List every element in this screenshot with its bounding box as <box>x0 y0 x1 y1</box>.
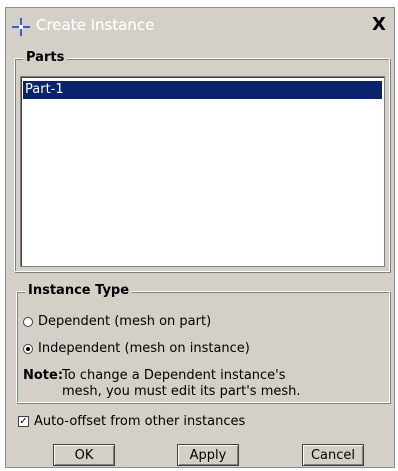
note-label: Note: <box>23 368 64 383</box>
auto-offset-option[interactable]: ✓ Auto-offset from other instances <box>18 414 245 429</box>
cancel-button[interactable]: Cancel <box>302 444 364 466</box>
title-bar[interactable]: Create Instance X <box>6 8 394 42</box>
auto-offset-label: Auto-offset from other instances <box>34 414 246 429</box>
parts-legend: Parts <box>23 50 68 65</box>
window-title: Create Instance <box>36 16 155 34</box>
list-item-part-1[interactable]: Part-1 <box>23 81 382 99</box>
close-button[interactable]: X <box>368 14 390 36</box>
note-text: To change a Dependent instance's mesh, y… <box>62 368 362 400</box>
ok-button[interactable]: OK <box>53 444 115 466</box>
dependent-option[interactable]: Dependent (mesh on part) <box>23 314 211 329</box>
note-line-2: mesh, you must edit its part's mesh. <box>62 384 301 399</box>
independent-radio[interactable] <box>23 343 33 354</box>
create-instance-dialog: Create Instance X Parts Part-1 Instance … <box>5 7 395 468</box>
apply-button[interactable]: Apply <box>177 444 239 466</box>
note-line-1: To change a Dependent instance's <box>62 368 286 383</box>
dependent-label: Dependent (mesh on part) <box>38 314 212 329</box>
parts-list[interactable]: Part-1 <box>20 76 385 267</box>
parts-group: Parts Part-1 <box>14 50 390 272</box>
independent-option[interactable]: Independent (mesh on instance) <box>23 341 250 356</box>
abaqus-cross-icon <box>12 18 30 36</box>
instance-type-group: Instance Type Dependent (mesh on part) I… <box>16 283 390 403</box>
instance-type-legend: Instance Type <box>25 283 133 298</box>
independent-label: Independent (mesh on instance) <box>38 341 250 356</box>
dependent-radio[interactable] <box>23 316 33 327</box>
auto-offset-checkbox[interactable]: ✓ <box>18 416 29 427</box>
